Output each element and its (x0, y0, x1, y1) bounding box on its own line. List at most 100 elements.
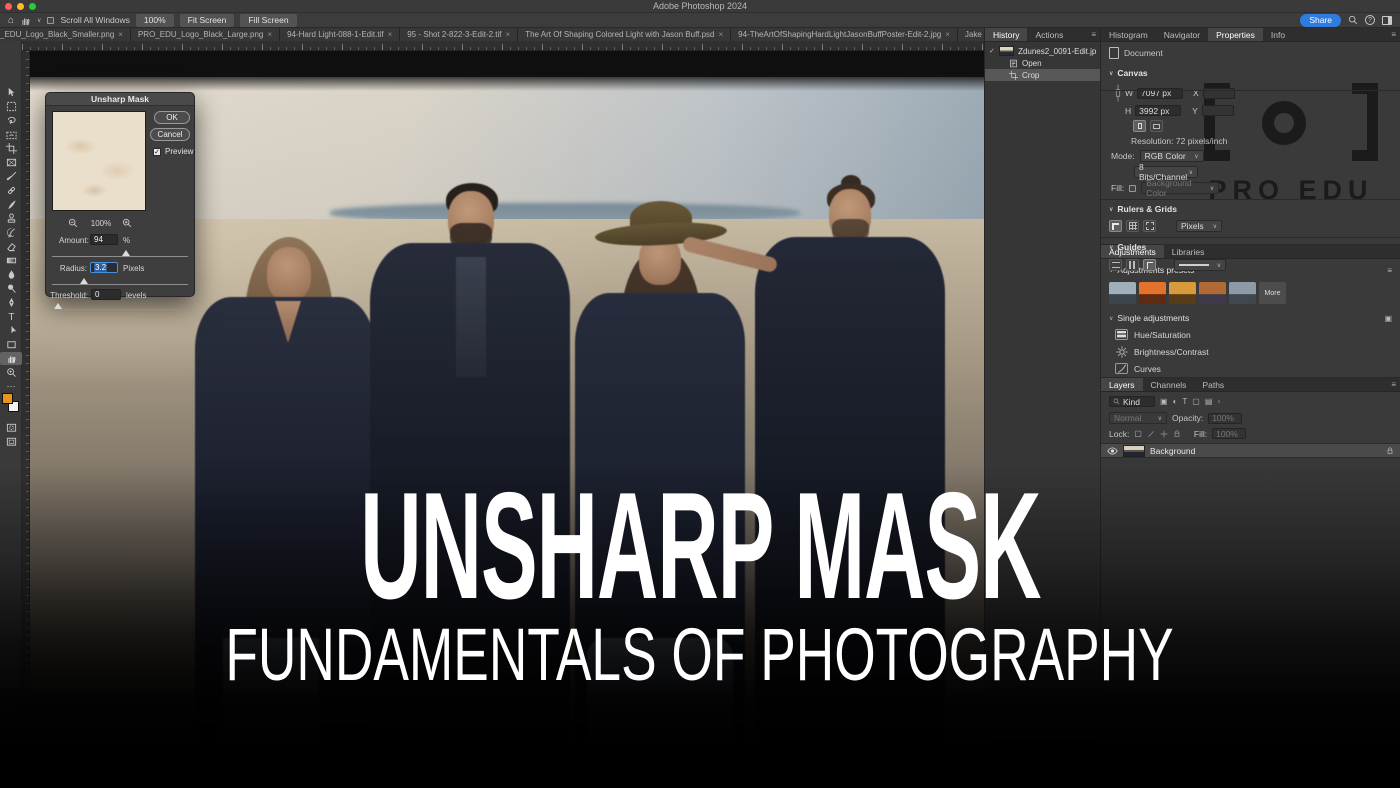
guides-section-header[interactable]: ∨ Guides (1101, 238, 1400, 256)
preset-thumbnail[interactable] (1109, 282, 1136, 304)
lasso-tool-button[interactable] (0, 114, 22, 127)
lock-pixels-icon[interactable] (1147, 430, 1155, 438)
gradient-tool-button[interactable] (0, 254, 22, 267)
clone-stamp-tool-button[interactable] (0, 212, 22, 225)
canvas-height-field[interactable]: 3992 px (1135, 105, 1181, 116)
filter-pin-icon[interactable]: ◦ (1217, 397, 1220, 406)
guide-style-select[interactable]: ∨ (1174, 259, 1226, 271)
preview-checkbox[interactable]: ✓ (153, 148, 161, 156)
document-tab[interactable]: The Art Of Shaping Colored Light with Ja… (518, 28, 731, 41)
guides-target-button[interactable] (1143, 259, 1156, 271)
threshold-slider-thumb[interactable] (54, 303, 62, 309)
guides-lines-button[interactable] (1109, 259, 1122, 271)
move-tool-button[interactable] (0, 86, 22, 99)
tab-paths[interactable]: Paths (1194, 378, 1232, 391)
close-tab-icon[interactable]: × (945, 30, 950, 39)
eyedropper-tool-button[interactable] (0, 170, 22, 183)
blend-mode-select[interactable]: Normal∨ (1109, 412, 1167, 424)
filter-shape-icon[interactable]: ▢ (1192, 397, 1200, 406)
pen-tool-button[interactable] (0, 296, 22, 309)
lock-all-icon[interactable] (1173, 429, 1181, 438)
ok-button[interactable]: OK (154, 111, 190, 124)
scroll-all-windows-checkbox[interactable] (47, 17, 54, 24)
threshold-field[interactable]: 0 (91, 289, 121, 300)
home-icon[interactable]: ⌂ (8, 15, 14, 26)
close-tab-icon[interactable]: × (267, 30, 272, 39)
tab-navigator[interactable]: Navigator (1156, 28, 1208, 41)
document-tab[interactable]: _EDU_Logo_Black_Smaller.png× (0, 28, 131, 41)
path-selection-tool-button[interactable] (0, 324, 22, 337)
amount-field[interactable]: 94 (90, 234, 118, 245)
history-brush-tool-button[interactable] (0, 226, 22, 239)
filter-image-icon[interactable]: ▣ (1160, 397, 1168, 406)
tab-history[interactable]: History (985, 28, 1027, 41)
history-step-row-selected[interactable]: Crop (985, 69, 1100, 81)
dodge-tool-button[interactable] (0, 282, 22, 295)
quick-mask-button[interactable] (0, 421, 22, 434)
lock-transparency-icon[interactable]: ▢ (1134, 429, 1142, 438)
panel-menu-icon[interactable]: ≡ (1387, 28, 1400, 41)
preset-thumbnail[interactable] (1169, 282, 1196, 304)
document-tab[interactable]: 95 - Shot 2-822-3-Edit-2.tif× (400, 28, 518, 41)
tab-actions[interactable]: Actions (1027, 28, 1071, 41)
preset-thumbnail[interactable] (1139, 282, 1166, 304)
document-tab[interactable]: 94-TheArtOfShapingHardLightJasonBuffPost… (731, 28, 958, 41)
edit-toolbar-button[interactable]: ⋯ (0, 380, 22, 393)
fill-screen-button[interactable]: Fill Screen (240, 14, 296, 27)
bit-depth-select[interactable]: 8 Bits/Channel∨ (1134, 166, 1198, 178)
cancel-button[interactable]: Cancel (150, 128, 190, 141)
fill-checkbox[interactable] (1129, 185, 1136, 192)
threshold-slider-track[interactable] (52, 309, 188, 310)
preset-thumbnail[interactable] (1199, 282, 1226, 304)
blur-tool-button[interactable] (0, 268, 22, 281)
more-presets-button[interactable]: More (1259, 282, 1286, 304)
rulers-toggle-button[interactable] (1109, 220, 1122, 232)
tab-channels[interactable]: Channels (1143, 378, 1195, 391)
amount-slider-thumb[interactable] (122, 250, 130, 256)
close-tab-icon[interactable]: × (118, 30, 123, 39)
panel-menu-icon[interactable]: ≡ (1087, 28, 1100, 41)
marquee-tool-button[interactable] (0, 100, 22, 113)
lock-position-icon[interactable] (1160, 430, 1168, 438)
layer-thumbnail[interactable] (1123, 445, 1145, 457)
document-row[interactable]: Document (1101, 42, 1400, 64)
foreground-color-swatch[interactable] (2, 393, 13, 404)
hand-tool-icon[interactable] (20, 15, 31, 26)
close-tab-icon[interactable]: × (718, 30, 723, 39)
radius-field[interactable]: 3.2 (90, 262, 118, 273)
layer-visibility-eye-icon[interactable] (1107, 447, 1118, 455)
history-step-row[interactable]: Open (985, 57, 1100, 69)
search-icon[interactable] (1348, 15, 1358, 25)
panel-menu-icon[interactable]: ≡ (1387, 378, 1400, 391)
grid-toggle-button[interactable] (1126, 220, 1139, 232)
history-source-icon[interactable]: ✓ (989, 47, 995, 55)
type-tool-button[interactable]: T (0, 310, 22, 323)
canvas-y-field[interactable] (1202, 105, 1234, 116)
adjustment-brightness-contrast[interactable]: Brightness/Contrast (1101, 343, 1400, 360)
document-tab[interactable]: Jake Hicks6.jpg× (958, 28, 984, 41)
tab-layers[interactable]: Layers (1101, 378, 1143, 391)
link-dimensions-icon[interactable] (1115, 83, 1121, 103)
radius-slider-thumb[interactable] (80, 278, 88, 284)
spot-healing-tool-button[interactable] (0, 184, 22, 197)
canvas-section-header[interactable]: ∨ Canvas (1101, 64, 1400, 82)
unsharp-mask-dialog[interactable]: Unsharp Mask OK Cancel ✓ Preview 100% Am… (45, 92, 195, 297)
eraser-tool-button[interactable] (0, 240, 22, 253)
filter-adjustment-icon[interactable]: ◐ (1173, 397, 1178, 406)
history-snapshot-row[interactable]: ✓ Zdunes2_0091-Edit.jpg (985, 45, 1100, 57)
landscape-orientation-button[interactable] (1150, 120, 1163, 132)
adjustment-curves[interactable]: Curves (1101, 360, 1400, 377)
tab-info[interactable]: Info (1263, 28, 1293, 41)
workspace-switcher-icon[interactable] (1382, 16, 1392, 25)
opacity-field[interactable]: 100% (1208, 413, 1242, 424)
grid-view-icon[interactable]: ▣ (1384, 314, 1392, 323)
close-tab-icon[interactable]: × (506, 30, 511, 39)
fill-select[interactable]: Background Color∨ (1141, 182, 1219, 194)
preset-thumbnail[interactable] (1229, 282, 1256, 304)
color-mode-select[interactable]: RGB Color∨ (1140, 150, 1204, 162)
hand-tool-button[interactable] (0, 352, 22, 365)
document-tab[interactable]: 94-Hard Light-088-1-Edit.tif× (280, 28, 400, 41)
dialog-title[interactable]: Unsharp Mask (46, 93, 194, 106)
fit-screen-button[interactable]: Fit Screen (180, 14, 235, 27)
filter-smart-object-icon[interactable]: ▤ (1205, 397, 1213, 406)
